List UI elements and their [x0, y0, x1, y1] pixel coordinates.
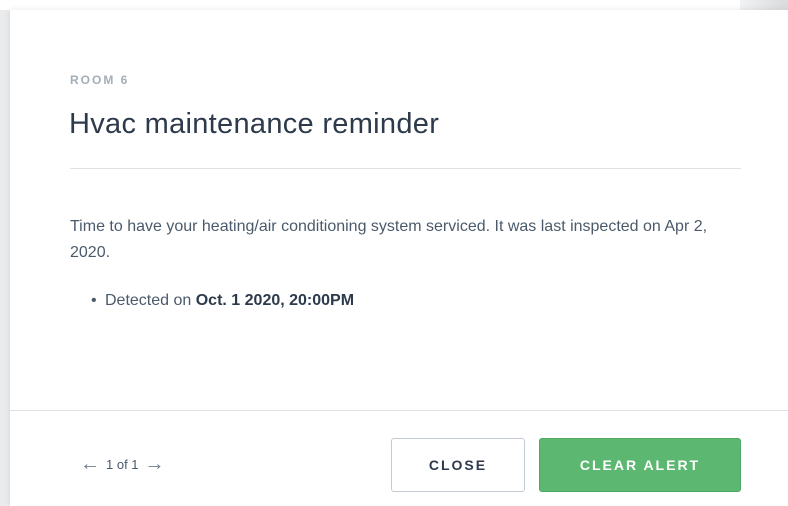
header-divider	[70, 168, 741, 169]
detected-value: Oct. 1 2020, 20:00PM	[195, 292, 355, 309]
alert-title: Hvac maintenance reminder	[69, 108, 440, 140]
alert-message: Time to have your heating/air conditioni…	[70, 218, 708, 261]
close-button[interactable]: CLOSE	[391, 438, 525, 492]
arrow-right-icon[interactable]: →	[145, 454, 165, 474]
alert-modal: ROOM 6 Hvac maintenance reminder Time to…	[10, 10, 788, 506]
detected-label: Detected on	[105, 292, 192, 309]
arrow-left-icon[interactable]: ←	[80, 454, 100, 474]
backdrop-top	[0, 0, 788, 10]
pager: ← 1 of 1 →	[80, 454, 165, 474]
detected-item: • Detected on Oct. 1 2020, 20:00PM	[91, 292, 355, 310]
bullet-icon: •	[91, 292, 97, 309]
pager-text: 1 of 1	[106, 456, 139, 472]
clear-alert-button[interactable]: CLEAR ALERT	[539, 438, 741, 492]
room-label: ROOM 6	[70, 73, 130, 87]
footer-divider	[10, 410, 788, 411]
